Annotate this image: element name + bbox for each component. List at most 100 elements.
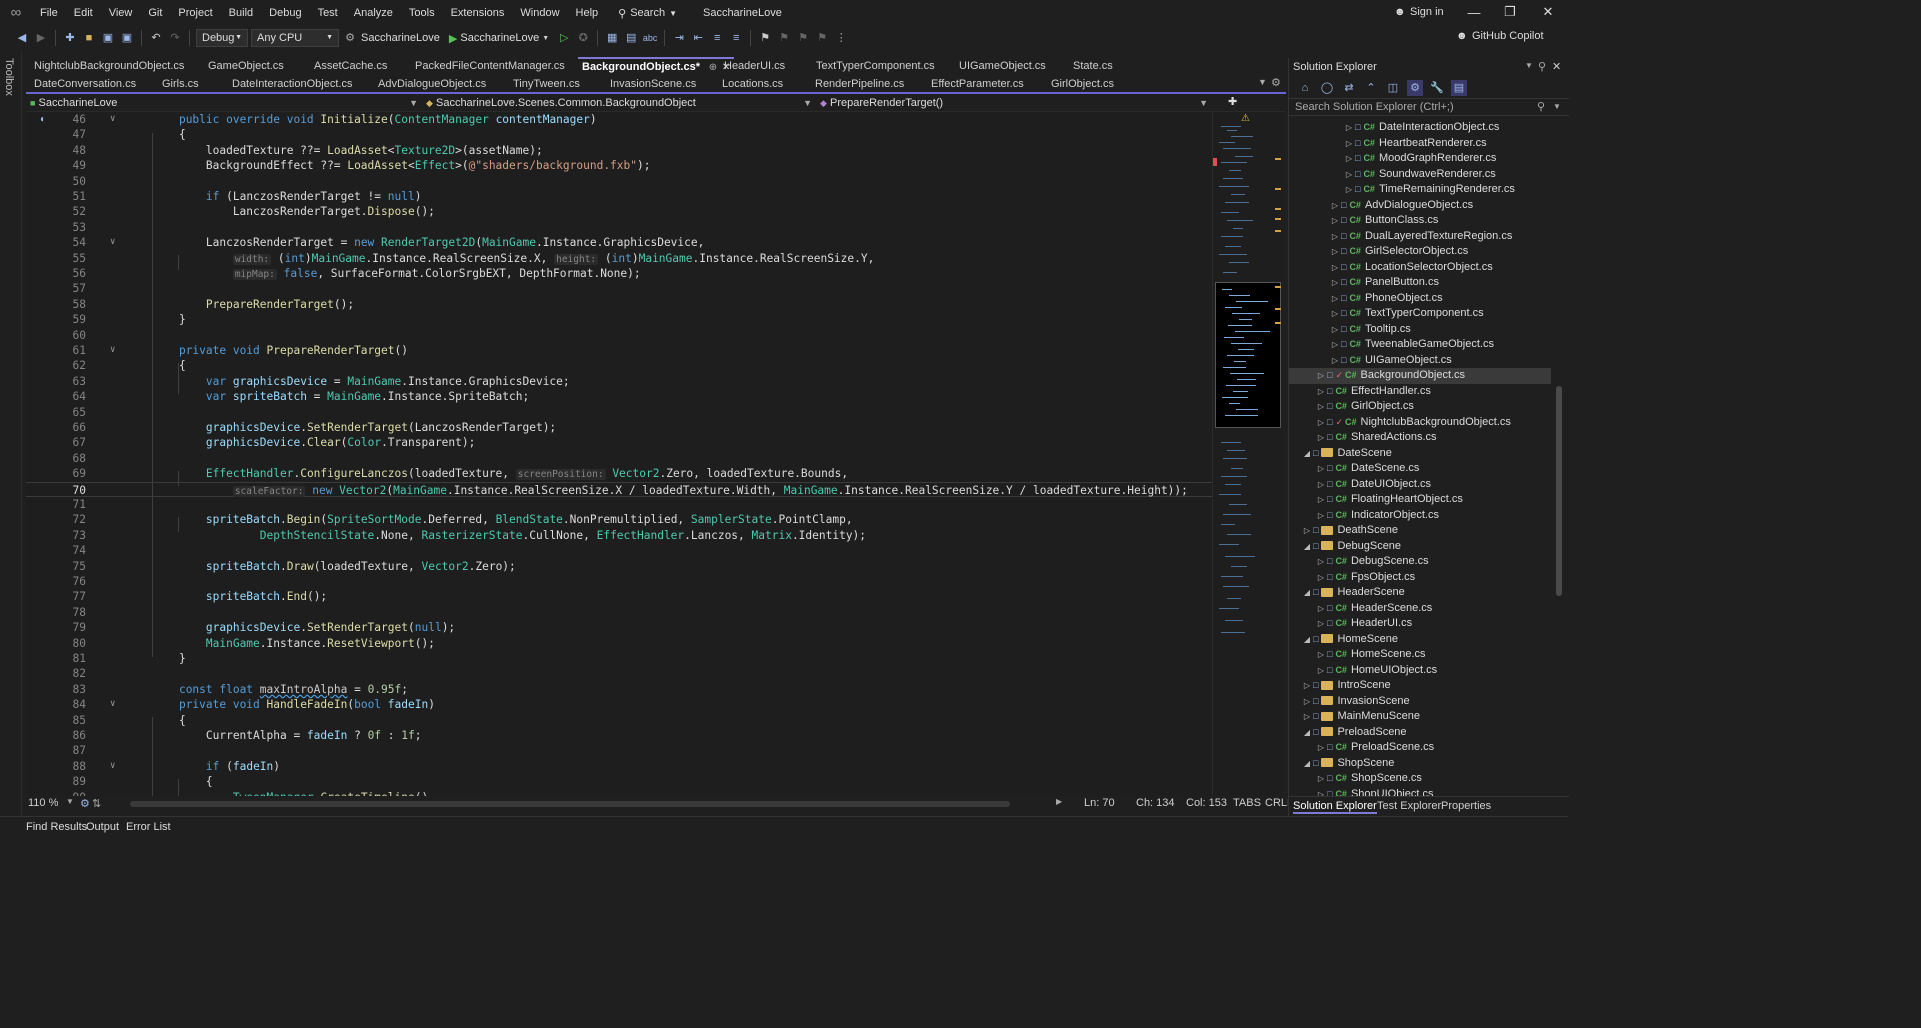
collapsed-arrow-icon[interactable]: ▷ [1315,430,1327,446]
tab-locations-cs[interactable]: Locations.cs [718,75,787,93]
collapsed-arrow-icon[interactable]: ▷ [1315,663,1327,679]
split-editor-icon[interactable]: ✚ [1228,95,1237,108]
tab-assetcache-cs[interactable]: AssetCache.cs [310,57,391,75]
tree-folder[interactable]: ◢ □ DebugScene [1289,539,1551,555]
chevron-down-icon[interactable]: ▼ [1525,61,1533,70]
code-line[interactable]: 52 LanczosRenderTarget.Dispose(); [26,204,1212,219]
tab-uigameobject-cs[interactable]: UIGameObject.cs [955,57,1050,75]
collapsed-arrow-icon[interactable]: ▷ [1343,151,1355,167]
prev-bookmark-icon[interactable]: ⚑ [776,30,792,46]
fold-toggle-icon[interactable]: ∨ [110,343,115,358]
collapsed-arrow-icon[interactable]: ▷ [1329,306,1341,322]
solution-explorer-search[interactable]: Search Solution Explorer (Ctrl+;) ⚲ ▼ [1289,98,1569,116]
expanded-arrow-icon[interactable]: ◢ [1301,725,1313,741]
menu-git[interactable]: Git [140,0,170,26]
code-line[interactable]: 63 var graphicsDevice = MainGame.Instanc… [26,374,1212,389]
scroll-thumb[interactable] [1556,386,1562,596]
collapsed-arrow-icon[interactable]: ▷ [1301,694,1313,710]
tree-file[interactable]: ▷ □ C# IndicatorObject.cs [1289,508,1551,524]
tree-file[interactable]: ▷ □ C# PanelButton.cs [1289,275,1551,291]
expanded-arrow-icon[interactable]: ◢ [1301,446,1313,462]
browse-icon[interactable]: ▦ [604,30,620,46]
bottom-tab-find-results[interactable]: Find Results [26,821,87,833]
tree-folder[interactable]: ▷ □ MainMenuScene [1289,709,1551,725]
collapsed-arrow-icon[interactable]: ▷ [1315,740,1327,756]
tree-file[interactable]: ▷ □ ✓ C# BackgroundObject.cs [1289,368,1551,384]
horizontal-scrollbar[interactable] [130,801,1010,807]
menu-view[interactable]: View [101,0,141,26]
type-dropdown[interactable]: ◆ SaccharineLove.Scenes.Common.Backgroun… [422,95,816,111]
menu-help[interactable]: Help [568,0,607,26]
menu-window[interactable]: Window [512,0,567,26]
start-without-debugging-icon[interactable]: ▷ [556,30,572,46]
code-line[interactable]: 66 graphicsDevice.SetRenderTarget(Lanczo… [26,420,1212,435]
tree-file[interactable]: ▷ □ C# HomeUIObject.cs [1289,663,1551,679]
fold-toggle-icon[interactable]: ∨ [110,759,115,774]
collapsed-arrow-icon[interactable]: ▷ [1329,337,1341,353]
outdent-icon[interactable]: ⇤ [690,30,706,46]
next-bookmark-icon[interactable]: ⚑ [795,30,811,46]
collapsed-arrow-icon[interactable]: ▷ [1329,229,1341,245]
collapsed-arrow-icon[interactable]: ▷ [1315,570,1327,586]
tree-file[interactable]: ▷ □ C# ShopUIObject.cs [1289,787,1551,797]
tree-file[interactable]: ▷ □ C# FpsObject.cs [1289,570,1551,586]
spell-check-icon[interactable]: abc [642,30,658,46]
code-line[interactable]: 64 var spriteBatch = MainGame.Instance.S… [26,389,1212,404]
code-line[interactable]: 62 { [26,358,1212,373]
start-debugging-button[interactable]: SaccharineLove [460,32,539,44]
tree-file[interactable]: ▷ □ C# GirlSelectorObject.cs [1289,244,1551,260]
code-line[interactable]: 46 ∨ public override void Initialize(Cont… [26,112,1212,127]
tab-list-dropdown-icon[interactable]: ▼ [1258,77,1267,87]
fold-toggle-icon[interactable]: ∨ [110,697,115,712]
collapsed-arrow-icon[interactable]: ▷ [1315,508,1327,524]
toolbar-overflow-icon[interactable]: ⋮ [833,30,849,46]
tree-folder[interactable]: ◢ □ DateScene [1289,446,1551,462]
menu-build[interactable]: Build [221,0,261,26]
collapsed-arrow-icon[interactable]: ▷ [1315,554,1327,570]
tab-invasionscene-cs[interactable]: InvasionScene.cs [606,75,700,93]
code-line[interactable]: 54 ∨ LanczosRenderTarget = new RenderTarg… [26,235,1212,250]
expanded-arrow-icon[interactable]: ◢ [1301,585,1313,601]
expanded-arrow-icon[interactable]: ◢ [1301,756,1313,772]
collapsed-arrow-icon[interactable]: ▷ [1315,461,1327,477]
collapsed-arrow-icon[interactable]: ▷ [1343,167,1355,183]
collapsed-arrow-icon[interactable]: ▷ [1301,523,1313,539]
tab-dateconversation-cs[interactable]: DateConversation.cs [30,75,140,93]
tree-file[interactable]: ▷ □ C# HomeScene.cs [1289,647,1551,663]
fold-toggle-icon[interactable]: ∨ [110,112,115,127]
tree-file[interactable]: ▷ □ C# ButtonClass.cs [1289,213,1551,229]
save-all-icon[interactable]: ▣ [119,30,135,46]
platform-dropdown[interactable]: Any CPU ▼ [251,29,339,47]
expanded-arrow-icon[interactable]: ◢ [1301,632,1313,648]
tab-headerui-cs[interactable]: HeaderUI.cs [720,57,789,75]
collapsed-arrow-icon[interactable]: ▷ [1315,415,1327,431]
solution-explorer-scrollbar[interactable] [1553,120,1565,796]
pin-tab-icon[interactable]: ⊕ [706,62,717,73]
collapsed-arrow-icon[interactable]: ▷ [1343,182,1355,198]
collapsed-arrow-icon[interactable]: ▷ [1301,678,1313,694]
tree-file[interactable]: ▷ □ C# Tooltip.cs [1289,322,1551,338]
tree-folder[interactable]: ▷ □ DeathScene [1289,523,1551,539]
code-line[interactable]: 55 width: (int)MainGame.Instance.RealScr… [26,251,1212,266]
menu-test[interactable]: Test [310,0,346,26]
filter-icon[interactable]: ⚙ [1407,80,1423,96]
collapsed-arrow-icon[interactable]: ▷ [1329,291,1341,307]
new-project-icon[interactable]: ✚ [62,30,78,46]
code-line[interactable]: 68 [26,451,1212,466]
collapse-all-icon[interactable]: ⌃ [1363,80,1379,96]
collapsed-arrow-icon[interactable]: ▷ [1315,477,1327,493]
configuration-dropdown[interactable]: Debug ▼ [196,29,248,47]
collapsed-arrow-icon[interactable]: ▷ [1315,647,1327,663]
tab-girlobject-cs[interactable]: GirlObject.cs [1047,75,1118,93]
tab-renderpipeline-cs[interactable]: RenderPipeline.cs [811,75,908,93]
menu-project[interactable]: Project [170,0,220,26]
collapsed-arrow-icon[interactable]: ▷ [1329,322,1341,338]
undo-icon[interactable]: ↶ [148,30,164,46]
pin-icon[interactable]: ⚲ [1538,60,1546,73]
comment-icon[interactable]: ≡ [709,30,725,46]
tab-gameobject-cs[interactable]: GameObject.cs [204,57,288,75]
code-line[interactable]: 77 spriteBatch.End(); [26,589,1212,604]
sign-in-button[interactable]: Sign in [1410,6,1444,18]
tree-file[interactable]: ▷ □ C# DualLayeredTextureRegion.cs [1289,229,1551,245]
chevron-down-icon[interactable]: ▼ [66,797,74,806]
